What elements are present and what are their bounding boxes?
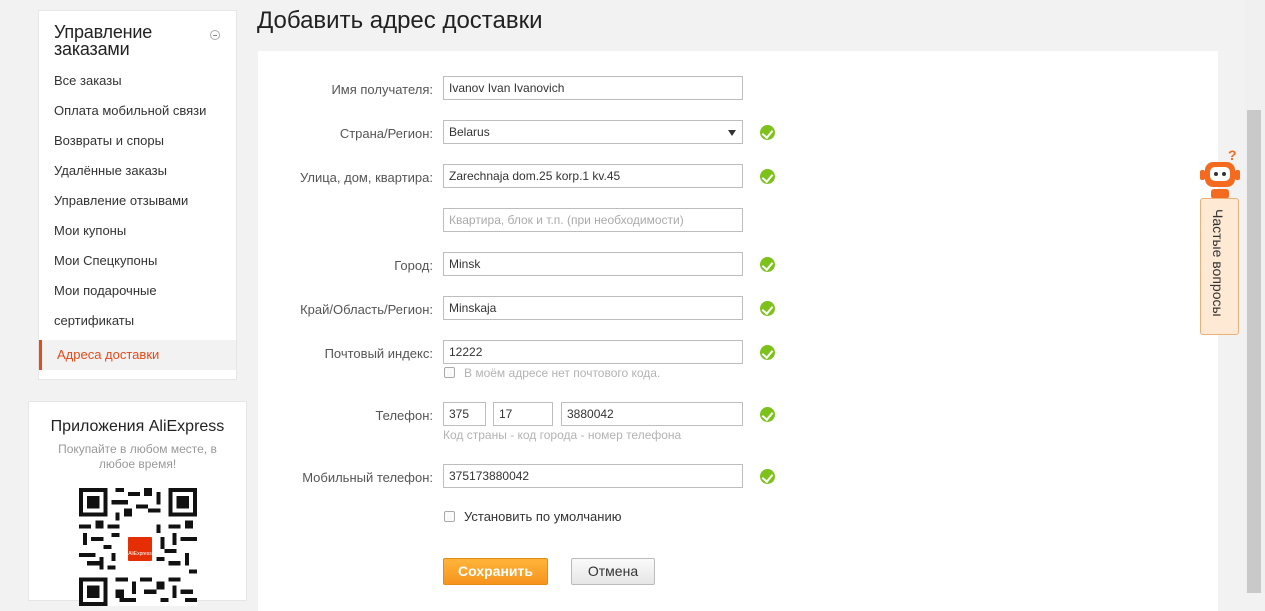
check-icon (760, 125, 775, 140)
robot-help-icon[interactable]: ? (1199, 145, 1241, 199)
check-icon (760, 345, 775, 360)
save-button[interactable]: Сохранить (443, 558, 548, 585)
sidebar-item-gift-cards-cont[interactable]: сертификаты (39, 306, 236, 336)
sidebar-title: Управление заказами (54, 22, 153, 59)
collapse-icon[interactable] (210, 30, 220, 40)
phone-city-code-input[interactable]: 17 (493, 402, 553, 426)
faq-tab[interactable]: Частые вопросы (1200, 198, 1239, 335)
no-zip-checkbox[interactable] (444, 367, 455, 378)
phone-hint: Код страны - код города - номер телефона (443, 428, 682, 442)
check-icon (760, 407, 775, 422)
country-select-value: Belarus (449, 125, 490, 139)
region-label: Край/Область/Регион: (300, 302, 433, 317)
sidebar-item-mobile-payment[interactable]: Оплата мобильной связи (39, 96, 236, 126)
sidebar-item-all-orders[interactable]: Все заказы (39, 66, 236, 96)
apps-title: Приложения AliExpress (50, 418, 225, 435)
sidebar-item-deleted-orders[interactable]: Удалённые заказы (39, 156, 236, 186)
cancel-button[interactable]: Отмена (571, 558, 655, 585)
phone-number-input[interactable]: 3880042 (561, 402, 743, 426)
svg-text:?: ? (1228, 147, 1237, 163)
country-label: Страна/Регион: (339, 126, 433, 141)
phone-label: Телефон: (375, 408, 433, 423)
qr-badge-label: AliExpress (128, 551, 152, 557)
check-icon (760, 301, 775, 316)
default-address-label: Установить по умолчанию (464, 509, 622, 524)
sidebar-item-coupons[interactable]: Мои купоны (39, 216, 236, 246)
recipient-label: Имя получателя: (331, 82, 433, 97)
city-input[interactable]: Minsk (443, 252, 743, 276)
apps-subtitle: Покупайте в любом месте, в любое время! (58, 442, 217, 471)
no-zip-label: В моём адресе нет почтового кода. (464, 366, 661, 380)
sidebar-item-returns[interactable]: Возвраты и споры (39, 126, 236, 156)
orders-sidebar: Управление заказами Все заказы Оплата мо… (38, 10, 237, 380)
phone-country-code-input[interactable]: 375 (443, 402, 486, 426)
sidebar-item-shipping-addresses[interactable]: Адреса доставки (39, 340, 236, 370)
country-select[interactable]: Belarus (443, 120, 743, 144)
faq-tab-label: Частые вопросы (1210, 209, 1226, 317)
mobile-label: Мобильный телефон: (302, 470, 433, 485)
sidebar-item-feedback[interactable]: Управление отзывами (39, 186, 236, 216)
check-icon (760, 469, 775, 484)
region-input[interactable]: Minskaja (443, 296, 743, 320)
default-address-checkbox[interactable] (444, 511, 455, 522)
chevron-down-icon (728, 130, 736, 136)
sidebar-item-gift-cards[interactable]: Мои подарочные (39, 276, 236, 306)
mobile-input[interactable]: 375173880042 (443, 464, 743, 488)
check-icon (760, 257, 775, 272)
address-form: Имя получателя: Ivanov Ivan Ivanovich Ст… (258, 51, 1218, 611)
city-label: Город: (394, 258, 433, 273)
apps-promo: Приложения AliExpress Покупайте в любом … (28, 401, 247, 606)
zip-input[interactable]: 12222 (443, 340, 743, 364)
street-input[interactable]: Zarechnaja dom.25 korp.1 kv.45 (443, 164, 743, 188)
sidebar-item-special-coupons[interactable]: Мои Спецкупоны (39, 246, 236, 276)
zip-label: Почтовый индекс: (324, 346, 433, 361)
street-label: Улица, дом, квартира: (299, 170, 433, 185)
apartment-input[interactable]: Квартира, блок и т.п. (при необходимости… (443, 208, 743, 232)
recipient-input[interactable]: Ivanov Ivan Ivanovich (443, 76, 743, 100)
scrollbar-thumb[interactable] (1247, 110, 1261, 593)
check-icon (760, 169, 775, 184)
aliexpress-logo-icon: AliExpress (126, 535, 154, 563)
page-title: Добавить адрес доставки (257, 7, 543, 34)
sidebar-menu: Все заказы Оплата мобильной связи Возвра… (39, 66, 236, 370)
